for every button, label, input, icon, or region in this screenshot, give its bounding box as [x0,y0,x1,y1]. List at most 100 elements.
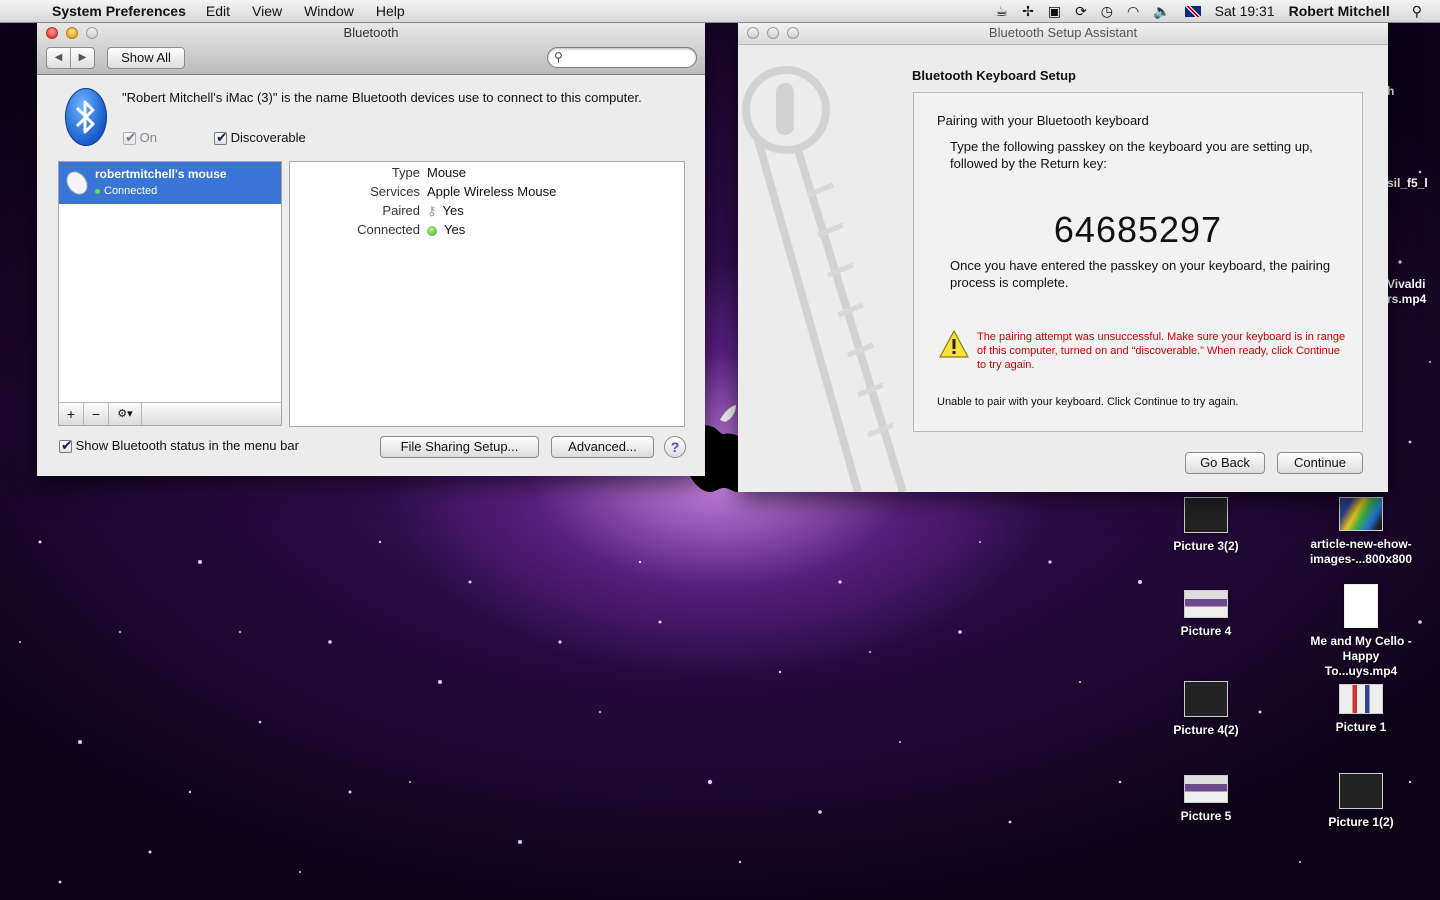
search-icon: ⚲ [554,50,563,64]
green-status-dot-icon [427,225,437,236]
desktop-icon-label: Picture 1 [1335,720,1387,734]
device-list-item[interactable]: robertmitchell's mouse Connected [59,162,281,204]
continue-button[interactable]: Continue [1277,452,1363,474]
desktop-icon-picture-1[interactable]: Picture 1 [1306,684,1416,735]
image-thumbnail-icon [1184,590,1228,618]
detail-key: Paired [382,203,420,218]
detail-key: Services [370,184,420,199]
menu-user[interactable]: Robert Mitchell [1289,3,1390,19]
show-status-checkbox-row[interactable]: Show Bluetooth status in the menu bar [59,437,299,454]
desktop-partial-label[interactable]: Vivaldi [1387,277,1425,291]
desktop-icon-label: Me and My Cello - Happy To...uys.mp4 [1310,634,1412,678]
sync-icon[interactable]: ⟳ [1075,3,1087,20]
discoverable-checkbox-row[interactable]: Discoverable [214,129,306,146]
desktop-partial-label[interactable]: sil_f5_l [1387,176,1428,190]
add-device-button[interactable]: + [59,403,84,425]
back-arrow-icon[interactable]: ◀ [47,48,70,68]
computer-name-description: "Robert Mitchell's iMac (3)" is the name… [122,90,642,105]
go-back-button[interactable]: Go Back [1185,452,1265,474]
setup-assistant-window: Bluetooth Setup Assistant Bluetooth Keyb… [738,22,1388,492]
show-status-checkbox[interactable] [59,437,73,454]
desktop-partial-label[interactable]: rs.mp4 [1387,292,1426,306]
detail-key: Type [391,165,420,180]
forward-arrow-icon[interactable]: ▶ [70,48,94,68]
desktop-icon-picture-4-2[interactable]: Picture 4(2) [1151,681,1261,738]
desktop-icon-picture-1-2[interactable]: Picture 1(2) [1306,773,1416,830]
on-checkbox-row[interactable]: On [123,129,157,146]
passkey: 64685297 [1053,209,1223,250]
discoverable-label: Discoverable [230,130,306,145]
pairing-panel: Pairing with your Bluetooth keyboard Typ… [913,92,1363,432]
zoom-button[interactable] [86,27,98,39]
menu-window[interactable]: Window [304,3,354,19]
desktop-icon-article-image[interactable]: article-new-ehow-images-...800x800 [1306,497,1416,567]
pairing-instruction: Type the following passkey on the keyboa… [950,139,1313,171]
gear-icon[interactable]: ⚙▾ [109,403,142,425]
detail-value-wrap: ⚷ Yes [427,203,464,219]
help-button[interactable]: ? [664,436,686,458]
back-forward-control: ◀ ▶ [46,47,95,69]
mouse-icon [66,171,88,195]
image-thumbnail-icon [1184,681,1228,717]
assistant-watermark-art [742,66,907,492]
bluetooth-logo-icon [65,88,107,146]
desktop-partial-label[interactable]: h [1387,84,1394,98]
detail-key: Connected [357,222,420,237]
assistant-heading: Bluetooth Keyboard Setup [912,68,1076,83]
close-button[interactable] [46,27,58,39]
minimize-button[interactable] [66,27,78,39]
search-input[interactable]: ⚲ [547,47,697,68]
desktop-icon-label: Picture 4(2) [1173,723,1239,737]
menu-view[interactable]: View [252,3,282,19]
discoverable-checkbox[interactable] [214,129,228,146]
file-sharing-setup-button[interactable]: File Sharing Setup... [380,436,539,458]
on-label: On [139,130,157,145]
image-thumbnail-icon [1184,775,1228,803]
menu-clock[interactable]: Sat 19:31 [1215,3,1275,19]
window-title: Bluetooth [343,25,399,40]
pairing-status-text: Unable to pair with your keyboard. Click… [937,396,1239,408]
menu-bar: System Preferences Edit View Window Help… [0,0,1440,23]
minimize-button[interactable] [767,27,779,39]
menu-help[interactable]: Help [376,3,405,19]
desktop-icon-label: Picture 4 [1180,624,1232,638]
zoom-button[interactable] [787,27,799,39]
desktop-icon-label: Picture 1(2) [1328,815,1394,829]
desktop-icon-label: article-new-ehow-images-...800x800 [1309,537,1413,566]
menu-extras: ☕ ✢ ▣ ⟳ ◷ ◠ 🔈 Sat 19:31 Robert Mitchell … [996,0,1440,22]
detail-value: Yes [444,222,466,237]
device-name: robertmitchell's mouse [95,167,227,181]
desktop-icon-cello-video[interactable]: Me and My Cello - Happy To...uys.mp4 [1306,584,1416,679]
menu-app-name[interactable]: System Preferences [52,3,186,19]
detail-value: Yes [442,203,464,218]
window-toolbar: Bluetooth ◀ ▶ Show All ⚲ [37,22,705,75]
time-machine-icon[interactable]: ◷ [1101,3,1113,20]
show-all-button[interactable]: Show All [107,47,185,69]
close-button[interactable] [747,27,759,39]
window-title: Bluetooth Setup Assistant [738,22,1388,45]
desktop-icon-picture-5[interactable]: Picture 5 [1151,775,1261,824]
device-status: Connected [95,185,157,197]
coffee-icon[interactable]: ☕ [996,3,1009,20]
show-status-label: Show Bluetooth status in the menu bar [75,438,299,453]
menu-edit[interactable]: Edit [206,3,230,19]
window-controls [46,27,98,39]
bluetooth-menu-icon[interactable]: ✢ [1022,3,1034,20]
device-list-toolbar: + − ⚙▾ [58,402,282,426]
device-details-panel: Type Mouse Services Apple Wireless Mouse… [289,161,685,427]
flag-icon[interactable] [1184,5,1201,17]
desktop-icon-picture-4[interactable]: Picture 4 [1151,590,1261,639]
desktop-icon-picture-3-2[interactable]: Picture 3(2) [1151,497,1261,554]
wifi-icon[interactable]: ◠ [1127,3,1139,20]
warning-icon [939,330,969,358]
document-file-icon [1344,584,1378,628]
image-thumbnail-icon [1339,773,1383,809]
spotlight-search-icon[interactable]: ⚲ [1412,3,1422,20]
bluetooth-preferences-window: Bluetooth ◀ ▶ Show All ⚲ "Robert Mitchel… [37,22,705,476]
volume-icon[interactable]: 🔈 [1153,3,1170,20]
on-checkbox[interactable] [123,129,137,146]
display-icon[interactable]: ▣ [1048,3,1061,20]
advanced-button[interactable]: Advanced... [551,436,654,458]
connected-dot-icon [95,188,100,194]
remove-device-button[interactable]: − [84,403,109,425]
